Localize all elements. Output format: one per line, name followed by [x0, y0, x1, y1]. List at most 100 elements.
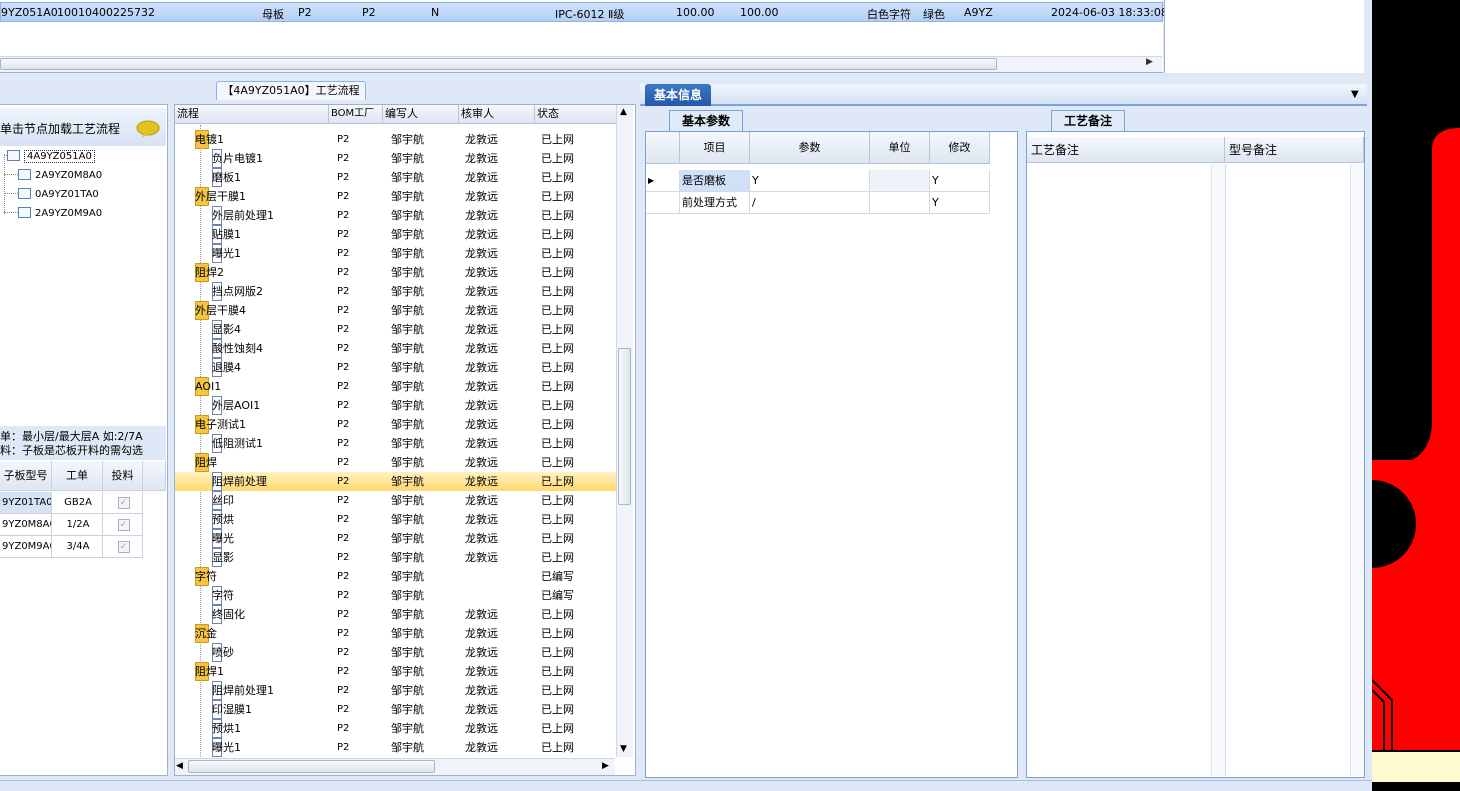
- note-header-model[interactable]: 型号备注: [1225, 137, 1364, 163]
- flow-step-row[interactable]: 终固化 P2 邹宇航 龙敦远 已上网: [175, 605, 618, 624]
- top-cell: P2: [362, 6, 376, 19]
- param-header-item[interactable]: 项目: [680, 132, 750, 164]
- flow-vscroll-thumb[interactable]: [618, 348, 631, 505]
- flow-step-row[interactable]: 低阻测试1 P2 邹宇航 龙敦远 已上网: [175, 434, 618, 453]
- flow-step-row[interactable]: 显影 P2 邹宇航 龙敦远 已上网: [175, 548, 618, 567]
- flow-step-row[interactable]: 外层AOI1 P2 邹宇航 龙敦远 已上网: [175, 396, 618, 415]
- process-notes-tab[interactable]: 工艺备注: [1051, 110, 1125, 131]
- basic-params-tab[interactable]: 基本参数: [669, 110, 743, 131]
- flow-step-row[interactable]: 退膜4 P2 邹宇航 龙敦远 已上网: [175, 358, 618, 377]
- column-header-flow[interactable]: 流程: [175, 105, 329, 124]
- param-item[interactable]: 前处理方式: [680, 192, 750, 214]
- flow-reviewer: 龙敦远: [465, 722, 498, 735]
- grid-header[interactable]: 子板型号: [0, 461, 52, 491]
- flow-group-row[interactable]: −外层干膜1P2邹宇航龙敦远已上网: [175, 187, 618, 206]
- param-value[interactable]: /: [750, 192, 870, 214]
- param-value[interactable]: Y: [750, 170, 870, 192]
- flow-reviewer: 龙敦远: [465, 703, 498, 716]
- flow-step-row[interactable]: 磨板1 P2 邹宇航 龙敦远 已上网: [175, 168, 618, 187]
- flow-bom: P2: [337, 210, 350, 221]
- flow-group-row[interactable]: −阻焊2P2邹宇航龙敦远已上网: [175, 263, 618, 282]
- feed-checkbox[interactable]: ✓: [117, 519, 130, 531]
- basic-info-tab[interactable]: 基本信息: [645, 84, 711, 106]
- flow-name: 外层干膜4: [195, 304, 246, 317]
- flow-group-row[interactable]: −电子测试1P2邹宇航龙敦远已上网: [175, 415, 618, 434]
- top-cell: 100.00: [740, 6, 779, 19]
- tree-node-root[interactable]: 4A9YZ051A0: [4, 148, 95, 165]
- column-header-writer[interactable]: 编写人: [383, 105, 459, 124]
- param-modify[interactable]: Y: [930, 192, 990, 214]
- feed-checkbox[interactable]: ✓: [117, 541, 130, 553]
- flow-step-row[interactable]: 丝印 P2 邹宇航 龙敦远 已上网: [175, 491, 618, 510]
- dropdown-arrow-icon[interactable]: ▼: [1351, 89, 1359, 100]
- top-scroll-thumb[interactable]: [0, 58, 997, 70]
- param-unit[interactable]: [870, 170, 930, 192]
- param-unit[interactable]: [870, 192, 930, 214]
- top-grid-selected-row[interactable]: 9YZ051A0 10010400225732 母板 P2 P2 N IPC-6…: [0, 2, 1168, 22]
- grid-header[interactable]: 投料: [103, 461, 143, 491]
- flow-step-row[interactable]: 负片电镀1 P2 邹宇航 龙敦远 已上网: [175, 149, 618, 168]
- flow-step-row[interactable]: 外层前处理1 P2 邹宇航 龙敦远 已上网: [175, 206, 618, 225]
- flow-step-row[interactable]: 阻焊前处理1 P2 邹宇航 龙敦远 已上网: [175, 681, 618, 700]
- flow-hscroll-thumb[interactable]: [188, 760, 435, 773]
- flow-step-row[interactable]: 贴膜1 P2 邹宇航 龙敦远 已上网: [175, 225, 618, 244]
- flow-step-row[interactable]: 阻焊前处理 P2 邹宇航 龙敦远 已上网: [175, 472, 618, 491]
- model-note-scrollbar[interactable]: [1350, 164, 1364, 776]
- flow-step-row[interactable]: 挡点网版2 P2 邹宇航 龙敦远 已上网: [175, 282, 618, 301]
- tree-node[interactable]: 2A9YZ0M8A0: [4, 167, 102, 184]
- param-modify[interactable]: Y: [930, 170, 990, 192]
- flow-group-row[interactable]: −外层干膜4P2邹宇航龙敦远已上网: [175, 301, 618, 320]
- sub-board-order[interactable]: 1/2A: [52, 514, 103, 536]
- scroll-left-arrow-icon[interactable]: ◀: [176, 761, 183, 771]
- sub-board-order[interactable]: GB2A: [52, 492, 103, 514]
- note-scrollbar[interactable]: [1211, 164, 1225, 776]
- flow-group-row[interactable]: −字符P2邹宇航已编写: [175, 567, 618, 586]
- sub-board-model[interactable]: 9YZ0M9A0: [0, 536, 52, 558]
- tree-node[interactable]: 0A9YZ01TA0: [4, 186, 99, 203]
- flow-step-row[interactable]: 喷砂 P2 邹宇航 龙敦远 已上网: [175, 643, 618, 662]
- flow-bom: P2: [337, 343, 350, 354]
- flow-group-row[interactable]: −电镀1P2邹宇航龙敦远已上网: [175, 130, 618, 149]
- scroll-right-arrow-icon[interactable]: ▶: [1146, 57, 1153, 67]
- flow-group-row[interactable]: −AOI1P2邹宇航龙敦远已上网: [175, 377, 618, 396]
- flow-step-row[interactable]: 酸性蚀刻4 P2 邹宇航 龙敦远 已上网: [175, 339, 618, 358]
- sub-board-model[interactable]: 9YZ0M8A0: [0, 514, 52, 536]
- row-pointer-icon: ▶: [646, 170, 680, 192]
- flow-group-row[interactable]: −沉金P2邹宇航龙敦远已上网: [175, 624, 618, 643]
- flow-step-row[interactable]: 预烘 P2 邹宇航 龙敦远 已上网: [175, 510, 618, 529]
- flow-status: 已上网: [541, 646, 574, 659]
- column-header-reviewer[interactable]: 核审人: [459, 105, 535, 124]
- note-header-process[interactable]: 工艺备注: [1027, 137, 1225, 163]
- flow-step-row[interactable]: 曝光1 P2 邹宇航 龙敦远 已上网: [175, 738, 618, 757]
- feed-checkbox[interactable]: ✓: [117, 497, 130, 509]
- flow-step-row[interactable]: 字符 P2 邹宇航 已编写: [175, 586, 618, 605]
- param-header-unit[interactable]: 单位: [870, 132, 930, 164]
- feed-checkbox-cell[interactable]: ✓: [103, 536, 143, 558]
- flow-name: 退膜4: [212, 361, 241, 374]
- tree-node[interactable]: 2A9YZ0M9A0: [4, 205, 102, 222]
- flow-group-row[interactable]: −阻焊1P2邹宇航龙敦远已上网: [175, 662, 618, 681]
- status-bar: [0, 780, 1372, 791]
- column-header-bom[interactable]: BOM工厂: [329, 105, 383, 124]
- feed-checkbox-cell[interactable]: ✓: [103, 514, 143, 536]
- flow-step-row[interactable]: 预烘1 P2 邹宇航 龙敦远 已上网: [175, 719, 618, 738]
- grid-header[interactable]: 工单: [52, 461, 103, 491]
- sub-board-order[interactable]: 3/4A: [52, 536, 103, 558]
- flow-bom: P2: [337, 172, 350, 183]
- param-header-modify[interactable]: 修改: [930, 132, 990, 164]
- feed-checkbox-cell[interactable]: ✓: [103, 492, 143, 514]
- scroll-down-arrow-icon[interactable]: ▼: [620, 744, 627, 754]
- process-flow-tab[interactable]: 【4A9YZ051A0】工艺流程: [216, 81, 366, 100]
- flow-step-row[interactable]: 曝光1 P2 邹宇航 龙敦远 已上网: [175, 244, 618, 263]
- flow-step-row[interactable]: 印湿膜1 P2 邹宇航 龙敦远 已上网: [175, 700, 618, 719]
- flow-group-row[interactable]: −阻焊P2邹宇航龙敦远已上网: [175, 453, 618, 472]
- param-header-param[interactable]: 参数: [750, 132, 870, 164]
- flow-step-row[interactable]: 曝光 P2 邹宇航 龙敦远 已上网: [175, 529, 618, 548]
- sub-board-model[interactable]: 9YZ01TA0: [0, 492, 52, 514]
- flow-step-row[interactable]: 显影4 P2 邹宇航 龙敦远 已上网: [175, 320, 618, 339]
- flow-bom: P2: [337, 514, 350, 525]
- param-item[interactable]: 是否磨板: [680, 170, 750, 192]
- column-header-status[interactable]: 状态: [535, 105, 617, 124]
- scroll-right-arrow-icon[interactable]: ▶: [602, 761, 609, 771]
- scroll-up-arrow-icon[interactable]: ▲: [620, 107, 627, 117]
